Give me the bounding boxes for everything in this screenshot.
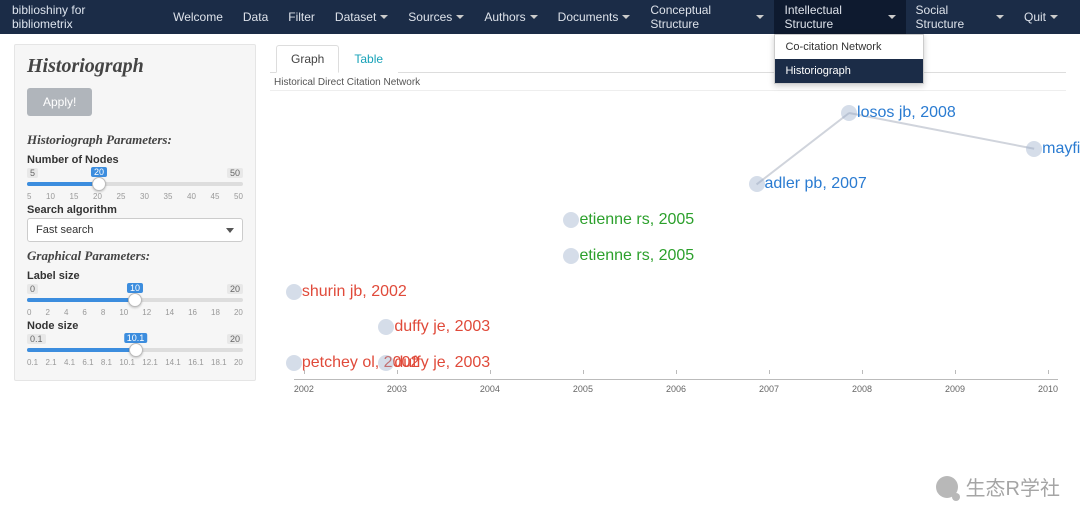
tabs: GraphTable <box>270 44 1066 73</box>
nav-label: Filter <box>288 10 315 24</box>
section-historiograph-params: Historiograph Parameters: <box>27 132 243 148</box>
tab-graph[interactable]: Graph <box>276 45 339 73</box>
x-tick: 2003 <box>387 384 407 394</box>
graph-node-label: adler pb, 2007 <box>765 175 867 193</box>
slider-handle[interactable] <box>129 343 143 357</box>
x-tick: 2006 <box>666 384 686 394</box>
num-nodes-label: Number of Nodes <box>27 154 243 166</box>
nav-label: Conceptual Structure <box>650 3 752 31</box>
graph-node[interactable] <box>563 212 579 228</box>
top-navbar: biblioshiny for bibliometrix Welcome Data… <box>0 0 1080 34</box>
graph-node[interactable] <box>749 176 765 192</box>
nav-item-intellectual-structure[interactable]: Intellectual StructureCo-citation Networ… <box>774 0 905 34</box>
caret-down-icon <box>888 15 896 19</box>
graph-node-label: mayfield mm, 2010 <box>1042 140 1080 158</box>
nav-item-data[interactable]: Data <box>233 0 278 34</box>
watermark: 生态R学社 <box>936 472 1060 501</box>
search-algorithm-select[interactable]: Fast search <box>27 218 243 242</box>
x-tick: 2009 <box>945 384 965 394</box>
plot-title: Historical Direct Citation Network <box>274 77 1066 88</box>
node-size-label: Node size <box>27 320 243 332</box>
caret-down-icon <box>456 15 464 19</box>
caret-down-icon <box>1050 15 1058 19</box>
page-title: Historiograph <box>27 55 243 78</box>
x-tick: 2005 <box>573 384 593 394</box>
graph-node[interactable] <box>286 284 302 300</box>
tab-table[interactable]: Table <box>339 45 398 73</box>
slider-handle[interactable] <box>128 293 142 307</box>
nav-label: Quit <box>1024 10 1046 24</box>
slider-handle[interactable] <box>92 177 106 191</box>
graph-node-label: losos jb, 2008 <box>857 104 956 122</box>
graph-node[interactable] <box>1026 141 1042 157</box>
dropdown-item-co-citation-network[interactable]: Co-citation Network <box>775 35 923 59</box>
nav-item-filter[interactable]: Filter <box>278 0 325 34</box>
graph-node-label: etienne rs, 2005 <box>579 211 694 229</box>
plot-x-ticks: 2002 2003 2004 2005 2006 2007 2008 2009 2010 <box>294 384 1058 394</box>
graph-node-label: shurin jb, 2002 <box>302 283 407 301</box>
plot-edges <box>270 91 1066 380</box>
label-size-label: Label size <box>27 270 243 282</box>
historiograph-plot[interactable]: 200220032004200520062007200820092010 shu… <box>270 90 1066 380</box>
nav-item-social-structure[interactable]: Social Structure <box>906 0 1014 34</box>
nav-label: Welcome <box>173 10 223 24</box>
num-nodes-slider[interactable]: 550205101520253035404550 <box>27 168 243 198</box>
node-size-slider[interactable]: 0.12010.10.12.14.16.18.110.112.114.116.1… <box>27 334 243 364</box>
nav-item-sources[interactable]: Sources <box>398 0 474 34</box>
graph-node[interactable] <box>563 248 579 264</box>
watermark-text: 生态R学社 <box>966 472 1060 501</box>
nav-item-dataset[interactable]: Dataset <box>325 0 398 34</box>
graph-node[interactable] <box>286 355 302 371</box>
x-tick: 2007 <box>759 384 779 394</box>
caret-down-icon <box>996 15 1004 19</box>
x-tick: 2002 <box>294 384 314 394</box>
section-graphical-params: Graphical Parameters: <box>27 248 243 264</box>
search-algorithm-label: Search algorithm <box>27 204 243 216</box>
caret-down-icon <box>622 15 630 19</box>
nav-item-quit[interactable]: Quit <box>1014 0 1068 34</box>
graph-node[interactable] <box>841 105 857 121</box>
intellectual-structure-dropdown: Co-citation NetworkHistoriograph <box>774 34 924 84</box>
nav-items: Welcome Data Filter Dataset Sources Authors Do… <box>163 0 1068 34</box>
caret-down-icon <box>530 15 538 19</box>
graph-node-label: duffy je, 2003 <box>394 318 490 336</box>
dropdown-item-historiograph[interactable]: Historiograph <box>775 59 923 83</box>
sidebar-panel: Historiograph Apply! Historiograph Param… <box>14 44 256 381</box>
app-brand: biblioshiny for bibliometrix <box>12 3 145 31</box>
plot-x-axis <box>294 379 1058 380</box>
nav-label: Dataset <box>335 10 376 24</box>
caret-down-icon <box>380 15 388 19</box>
nav-label: Intellectual Structure <box>784 3 883 31</box>
search-algorithm-value: Fast search <box>36 224 93 236</box>
nav-label: Social Structure <box>916 3 992 31</box>
graph-node-label: etienne rs, 2005 <box>579 247 694 265</box>
label-size-slider[interactable]: 0201002468101214161820 <box>27 284 243 314</box>
nav-label: Sources <box>408 10 452 24</box>
nav-item-welcome[interactable]: Welcome <box>163 0 233 34</box>
nav-label: Authors <box>484 10 525 24</box>
nav-label: Documents <box>558 10 619 24</box>
nav-label: Data <box>243 10 268 24</box>
nav-item-conceptual-structure[interactable]: Conceptual Structure <box>640 0 774 34</box>
nav-item-documents[interactable]: Documents <box>548 0 641 34</box>
graph-node[interactable] <box>378 355 394 371</box>
chat-bubble-icon <box>936 476 958 498</box>
x-tick: 2010 <box>1038 384 1058 394</box>
x-tick: 2004 <box>480 384 500 394</box>
x-tick: 2008 <box>852 384 872 394</box>
main-area: Historiograph Apply! Historiograph Param… <box>0 34 1080 391</box>
graph-node-label: duffy je, 2003 <box>394 354 490 372</box>
graph-node[interactable] <box>378 319 394 335</box>
content-panel: GraphTable Historical Direct Citation Ne… <box>270 44 1066 381</box>
caret-down-icon <box>756 15 764 19</box>
chevron-down-icon <box>226 228 234 233</box>
apply-button[interactable]: Apply! <box>27 88 92 116</box>
nav-item-authors[interactable]: Authors <box>474 0 547 34</box>
